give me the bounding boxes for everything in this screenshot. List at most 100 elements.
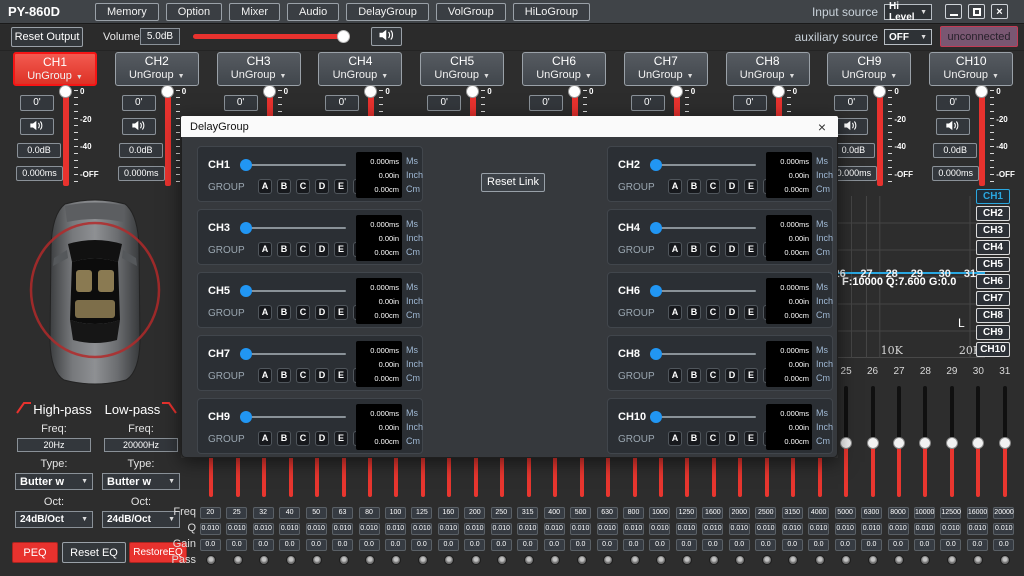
phase-button[interactable]: 0' [121, 95, 156, 111]
group-letter-c[interactable]: C [706, 431, 720, 446]
pass-button[interactable] [682, 555, 693, 565]
q-cell[interactable]: 0.010 [596, 523, 618, 535]
group-letter-e[interactable]: E [744, 431, 758, 446]
phase-button[interactable]: 0' [630, 95, 665, 111]
group-letter-b[interactable]: B [277, 242, 291, 257]
group-letter-a[interactable]: A [258, 368, 272, 383]
unit-cm[interactable]: Cm [406, 247, 423, 257]
channel-header-ch1[interactable]: CH1 UnGroup ▼ [13, 52, 97, 86]
group-letter-b[interactable]: B [277, 179, 291, 194]
channel-gain-field[interactable]: 0.0dB [17, 143, 61, 158]
freq-cell[interactable]: 630 [596, 507, 618, 519]
unit-inch[interactable]: Inch [406, 296, 423, 306]
gain-cell[interactable]: 0.0 [649, 539, 671, 551]
freq-cell[interactable]: 400 [543, 507, 565, 519]
unit-ms[interactable]: Ms [406, 282, 423, 292]
gain-cell[interactable]: 0.0 [305, 539, 327, 551]
group-letter-b[interactable]: B [277, 368, 291, 383]
ch-select-ch7[interactable]: CH7 [976, 291, 1010, 306]
hp-oct-dropdown[interactable]: 24dB/Oct ▼ [15, 511, 93, 528]
channel-fader-knob[interactable] [160, 85, 174, 98]
unit-inch[interactable]: Inch [816, 359, 833, 369]
pass-button[interactable] [708, 555, 719, 565]
connection-status-badge[interactable]: unconnected [940, 26, 1018, 47]
toolbar-button-memory[interactable]: Memory [95, 3, 159, 21]
group-letter-b[interactable]: B [687, 179, 701, 194]
unit-cm[interactable]: Cm [406, 436, 423, 446]
q-cell[interactable]: 0.010 [252, 523, 274, 535]
freq-cell[interactable]: 32 [252, 507, 274, 519]
delay-slider-knob[interactable] [650, 411, 662, 423]
freq-cell[interactable]: 125 [411, 507, 433, 519]
unit-cm[interactable]: Cm [406, 184, 423, 194]
group-letter-a[interactable]: A [258, 431, 272, 446]
toolbar-button-hilogroup[interactable]: HiLoGroup [512, 3, 590, 21]
channel-delay-field[interactable]: 0.000ms [932, 166, 980, 181]
phase-button[interactable]: 0' [20, 95, 54, 111]
freq-cell[interactable]: 40 [279, 507, 301, 519]
q-cell[interactable]: 0.010 [781, 523, 803, 535]
channel-fader[interactable] [59, 85, 72, 186]
pass-button[interactable] [206, 555, 217, 565]
gain-cell[interactable]: 0.0 [966, 539, 988, 551]
gain-cell[interactable]: 0.0 [675, 539, 697, 551]
q-cell[interactable]: 0.010 [464, 523, 486, 535]
unit-inch[interactable]: Inch [406, 422, 423, 432]
volume-slider-knob[interactable] [337, 30, 350, 43]
pass-button[interactable] [999, 555, 1010, 565]
pass-button[interactable] [312, 555, 323, 565]
hp-freq-field[interactable]: 20Hz [17, 438, 91, 452]
channel-group-dropdown[interactable]: UnGroup ▼ [727, 69, 809, 83]
channel-group-dropdown[interactable]: UnGroup ▼ [523, 69, 605, 83]
group-letter-a[interactable]: A [258, 242, 272, 257]
delay-slider[interactable] [240, 285, 346, 297]
toolbar-button-option[interactable]: Option [165, 3, 223, 21]
delay-slider-knob[interactable] [240, 285, 252, 297]
gain-cell[interactable]: 0.0 [199, 539, 221, 551]
q-cell[interactable]: 0.010 [913, 523, 935, 535]
gain-cell[interactable]: 0.0 [570, 539, 592, 551]
freq-cell[interactable]: 160 [437, 507, 459, 519]
delay-values-box[interactable]: 0.000ms 0.00in 0.00cm [766, 152, 812, 198]
group-letter-e[interactable]: E [744, 179, 758, 194]
pass-button[interactable] [814, 555, 825, 565]
group-letter-d[interactable]: D [315, 179, 329, 194]
pass-button[interactable] [338, 555, 349, 565]
freq-cell[interactable]: 20 [199, 507, 221, 519]
delay-values-box[interactable]: 0.000ms 0.00in 0.00cm [766, 341, 812, 387]
group-letter-b[interactable]: B [277, 431, 291, 446]
delay-slider-knob[interactable] [240, 348, 252, 360]
ch-select-ch1[interactable]: CH1 [976, 189, 1010, 204]
gain-cell[interactable]: 0.0 [332, 539, 354, 551]
aux-source-dropdown[interactable]: OFF ▼ [884, 29, 932, 45]
q-cell[interactable]: 0.010 [675, 523, 697, 535]
unit-ms[interactable]: Ms [816, 156, 833, 166]
channel-fader-knob[interactable] [873, 85, 887, 98]
delay-slider[interactable] [650, 222, 756, 234]
ch-select-ch2[interactable]: CH2 [976, 206, 1010, 221]
channel-group-dropdown[interactable]: UnGroup ▼ [828, 69, 910, 83]
group-letter-c[interactable]: C [706, 242, 720, 257]
q-cell[interactable]: 0.010 [490, 523, 512, 535]
q-cell[interactable]: 0.010 [543, 523, 565, 535]
q-cell[interactable]: 0.010 [305, 523, 327, 535]
pass-button[interactable] [946, 555, 957, 565]
unit-ms[interactable]: Ms [406, 408, 423, 418]
freq-cell[interactable]: 315 [517, 507, 539, 519]
channel-header-ch2[interactable]: CH2 UnGroup ▼ [114, 52, 199, 86]
channel-header-ch9[interactable]: CH9 UnGroup ▼ [827, 52, 912, 86]
unit-inch[interactable]: Inch [406, 170, 423, 180]
phase-button[interactable]: 0' [427, 95, 462, 111]
freq-cell[interactable]: 25 [226, 507, 248, 519]
channel-gain-field[interactable]: 0.0dB [118, 143, 163, 158]
channel-group-dropdown[interactable]: UnGroup ▼ [319, 69, 401, 83]
channel-fader-knob[interactable] [975, 85, 989, 98]
group-letter-b[interactable]: B [277, 305, 291, 320]
group-letter-d[interactable]: D [725, 242, 739, 257]
channel-delay-field[interactable]: 0.000ms [117, 166, 165, 181]
freq-cell[interactable]: 16000 [966, 507, 988, 519]
freq-cell[interactable]: 63 [332, 507, 354, 519]
q-cell[interactable]: 0.010 [649, 523, 671, 535]
reset-link-button[interactable]: Reset Link [481, 173, 545, 192]
q-cell[interactable]: 0.010 [384, 523, 406, 535]
